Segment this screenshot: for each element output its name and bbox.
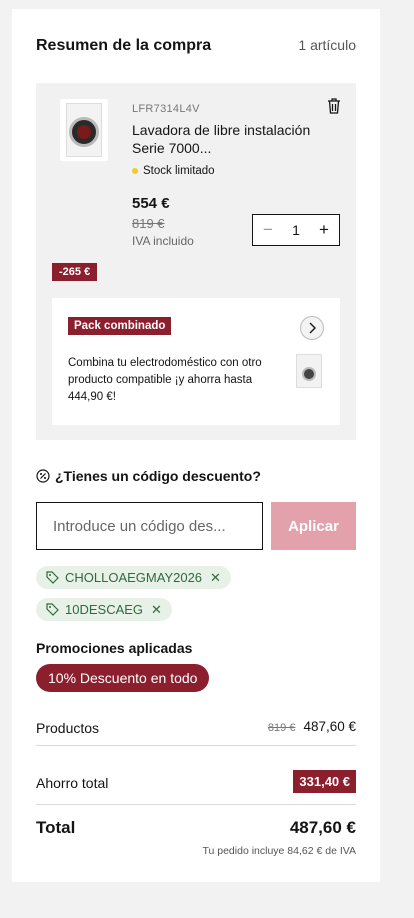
promotions-title: Promociones aplicadas [36,640,193,656]
products-values: 819 € 487,60 € [268,719,356,734]
products-old-value: 819 € [267,722,296,734]
divider [36,804,356,805]
pack-product-image [296,354,322,388]
tax-note: Tu pedido incluye 84,62 € de IVA [202,845,356,857]
coupon-code: CHOLLOAEGMAY2026 [65,570,203,585]
quantity-stepper: − 1 + [252,214,340,246]
total-value: 487,60 € [289,818,356,837]
stock-status: Stock limitado [132,165,215,177]
coupon-input[interactable] [36,502,263,550]
coupon-chip: 10DESCAEG ✕ [36,598,172,621]
minus-icon[interactable]: − [261,220,275,240]
cart-item: LFR7314L4V Lavadora de libre instalación… [36,83,356,440]
tag-icon [46,603,59,616]
stock-dot-icon [132,168,138,174]
apply-button[interactable]: Aplicar [271,502,356,550]
product-price: 554 € [132,195,170,212]
iva-note: IVA incluido [132,234,194,248]
summary-title: Resumen de la compra [36,37,212,54]
product-name[interactable]: Lavadora de libre instalación Serie 7000… [132,121,312,157]
promotion-badge: 10% Descuento en todo [36,664,210,692]
products-value: 487,60 € [303,719,356,734]
order-summary-card: Resumen de la compra 1 artículo LFR7314L… [12,9,380,882]
saving-label: Ahorro total [36,775,109,791]
chevron-right-icon[interactable] [300,316,324,340]
discount-badge: -265 € [52,263,98,281]
product-image[interactable] [60,99,108,161]
trash-icon[interactable] [326,97,342,115]
stock-label: Stock limitado [143,165,215,177]
divider [36,745,356,746]
quantity-value: 1 [292,222,300,238]
total-label: Total [36,818,76,837]
close-icon[interactable]: ✕ [210,570,221,586]
product-old-price: 819 € [132,216,165,231]
tag-icon [46,571,59,584]
pack-description: Combina tu electrodoméstico con otro pro… [68,357,262,403]
pack-offer-card[interactable]: Pack combinado Combina tu electrodomésti… [52,298,340,425]
item-count: 1 artículo [298,37,356,53]
products-label: Productos [36,720,100,736]
coupon-code: 10DESCAEG [65,602,144,617]
pack-tag: Pack combinado [68,317,172,335]
product-sku: LFR7314L4V [132,103,200,115]
percent-icon [36,469,50,483]
coupon-title-label: ¿Tienes un código descuento? [55,468,261,484]
saving-value: 331,40 € [293,770,356,793]
close-icon[interactable]: ✕ [151,602,162,618]
plus-icon[interactable]: + [317,220,331,240]
coupon-chip: CHOLLOAEGMAY2026 ✕ [36,566,231,589]
coupon-title: ¿Tienes un código descuento? [36,468,261,484]
